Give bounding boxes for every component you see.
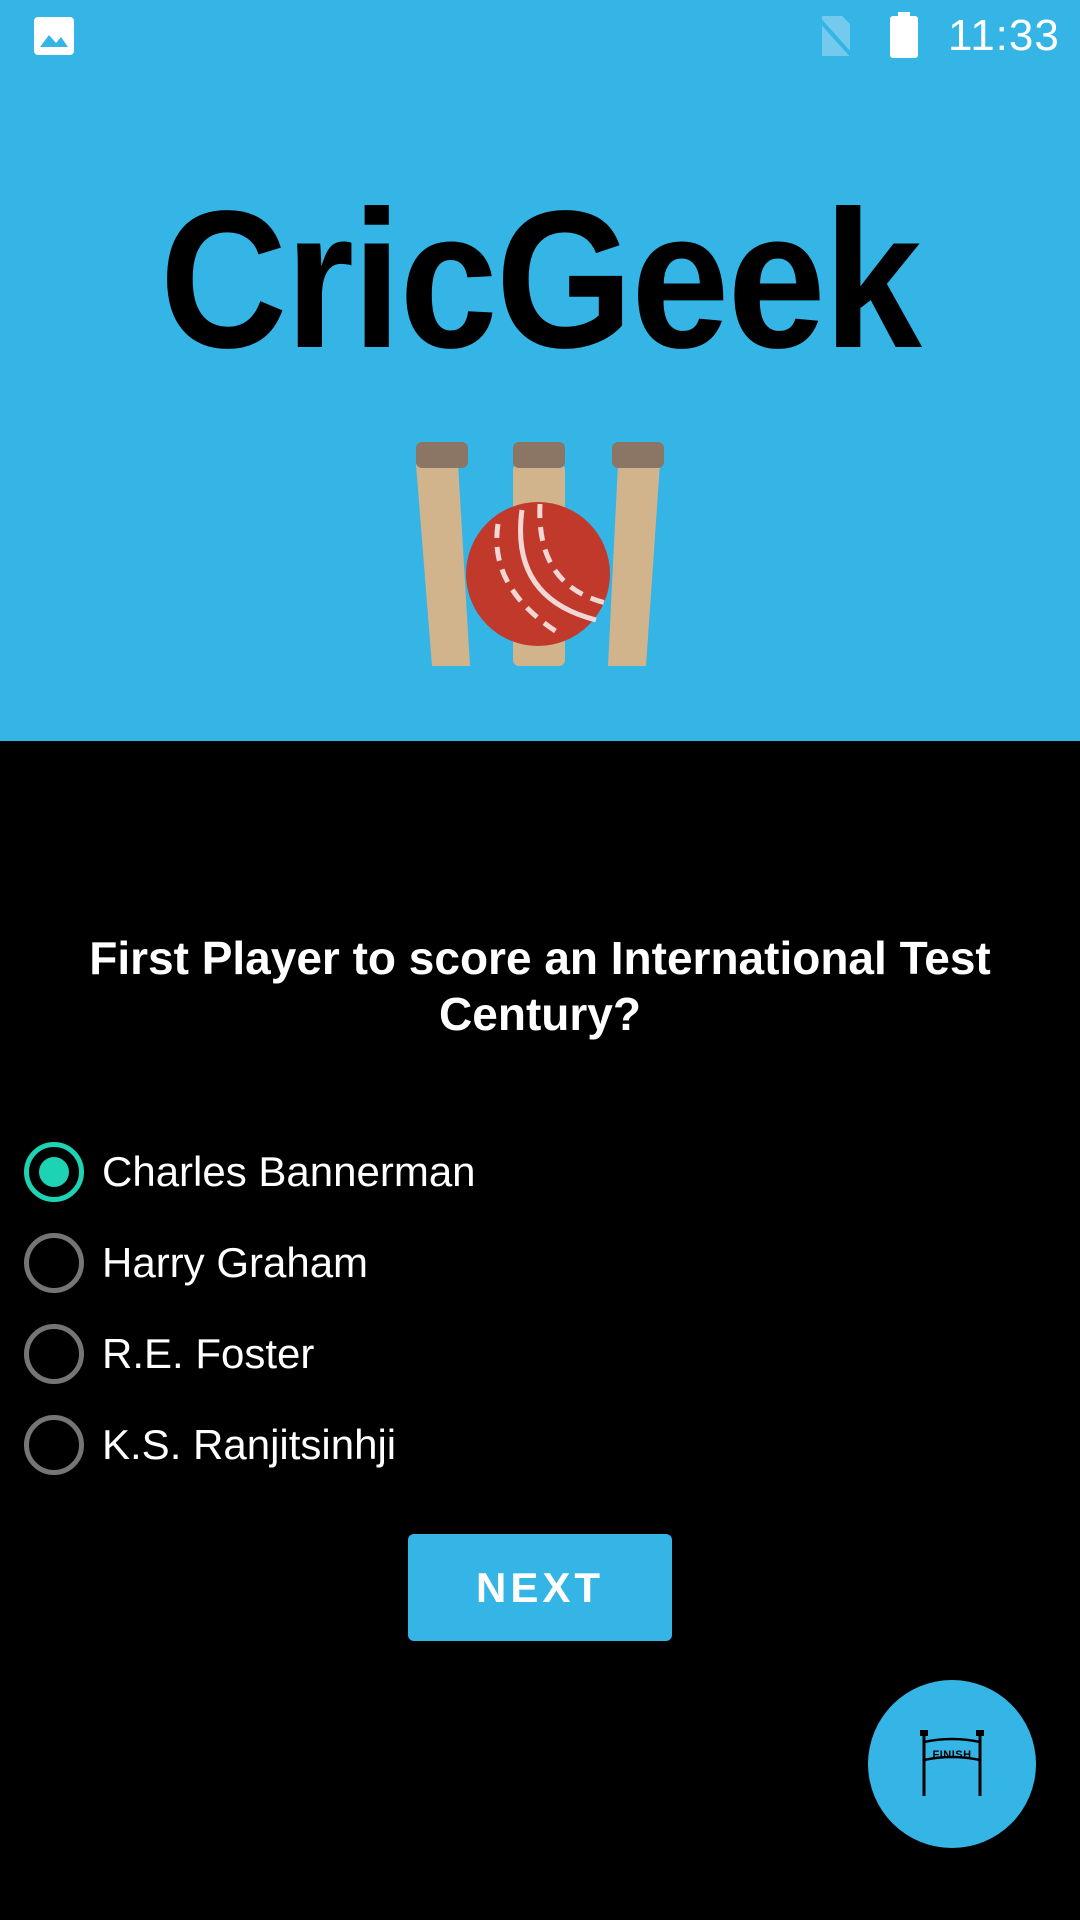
quiz-screen: 11:33 CricGeek First Player to score an … (0, 0, 1080, 1920)
next-button[interactable]: NEXT (408, 1534, 672, 1641)
status-time: 11:33 (948, 11, 1060, 60)
app-title: CricGeek (159, 170, 922, 389)
no-sim-icon (814, 14, 854, 58)
radio-button-selected[interactable] (24, 1141, 84, 1202)
option-label: K.S. Ranjitsinhji (102, 1420, 397, 1468)
finish-line-icon (920, 1730, 984, 1796)
status-bar: 11:33 (0, 0, 1080, 72)
battery-icon (890, 12, 918, 58)
finish-button[interactable]: FINISH (868, 1680, 1036, 1848)
radio-button[interactable] (24, 1232, 84, 1293)
app-header: 11:33 CricGeek (0, 0, 1080, 741)
finish-label: FINISH (932, 1749, 972, 1761)
option-label: Charles Bannerman (102, 1147, 476, 1195)
answer-options: Charles Bannerman Harry Graham R.E. Fost… (0, 1126, 1080, 1490)
radio-button[interactable] (24, 1323, 84, 1384)
radio-button[interactable] (24, 1414, 84, 1475)
option-harry-graham[interactable]: Harry Graham (0, 1217, 1080, 1308)
question-text: First Player to score an International T… (89, 932, 991, 1040)
option-re-foster[interactable]: R.E. Foster (0, 1308, 1080, 1399)
option-label: R.E. Foster (102, 1329, 315, 1377)
option-charles-bannerman[interactable]: Charles Bannerman (0, 1126, 1080, 1217)
option-label: Harry Graham (102, 1238, 369, 1286)
gallery-icon (34, 17, 74, 55)
option-ks-ranjitsinhji[interactable]: K.S. Ranjitsinhji (0, 1399, 1080, 1490)
cricket-wickets-ball-logo (416, 442, 664, 666)
